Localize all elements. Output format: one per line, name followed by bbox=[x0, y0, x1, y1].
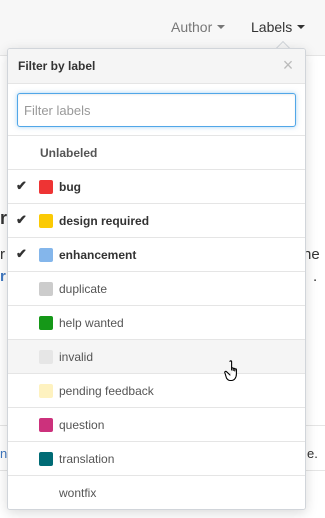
menu-title: Filter by label bbox=[18, 59, 96, 73]
menu-header: Filter by label × bbox=[8, 49, 305, 84]
label-option-bug[interactable]: ✔ bug bbox=[8, 170, 305, 204]
label-color-swatch bbox=[39, 316, 53, 330]
chevron-down-icon bbox=[297, 25, 306, 29]
filter-labels-input[interactable] bbox=[17, 93, 296, 127]
label-option-text: translation bbox=[59, 452, 115, 466]
label-option-wontfix[interactable]: wontfix bbox=[8, 476, 305, 509]
menu-filter bbox=[8, 84, 305, 136]
chevron-down-icon bbox=[217, 25, 226, 29]
label-color-swatch bbox=[39, 180, 53, 194]
checkmark-icon: ✔ bbox=[16, 178, 27, 193]
label-color-swatch bbox=[39, 248, 53, 262]
label-option-help-wanted[interactable]: help wanted bbox=[8, 306, 305, 340]
label-option-text: help wanted bbox=[59, 316, 124, 330]
label-color-swatch bbox=[39, 214, 53, 228]
label-option-text: enhancement bbox=[59, 248, 137, 262]
label-list: Unlabeled ✔ bug ✔ design required ✔ enhanceme… bbox=[8, 136, 305, 509]
label-color-swatch bbox=[39, 350, 53, 364]
checkmark-icon: ✔ bbox=[16, 212, 27, 227]
labels-filter-label: Labels bbox=[251, 19, 293, 35]
label-color-swatch bbox=[39, 486, 53, 500]
label-color-swatch bbox=[39, 452, 53, 466]
label-option-question[interactable]: question bbox=[8, 408, 305, 442]
label-option-enhancement[interactable]: ✔ enhancement bbox=[8, 238, 305, 272]
author-filter-dropdown[interactable]: Author bbox=[171, 19, 226, 35]
hand-pointer-cursor-icon bbox=[224, 360, 237, 382]
label-option-invalid[interactable]: invalid bbox=[8, 340, 305, 374]
label-option-text: invalid bbox=[59, 350, 94, 364]
label-option-text: question bbox=[59, 418, 105, 432]
checkmark-icon: ✔ bbox=[16, 246, 27, 261]
label-option-translation[interactable]: translation bbox=[8, 442, 305, 476]
background-heading-fragment: r bbox=[0, 208, 8, 228]
label-filter-menu: Filter by label × Unlabeled ✔ bug ✔ design … bbox=[7, 48, 306, 510]
labels-filter-dropdown[interactable]: Labels bbox=[251, 19, 306, 35]
label-option-pending-feedback[interactable]: pending feedback bbox=[8, 374, 305, 408]
label-color-swatch bbox=[39, 418, 53, 432]
label-color-swatch bbox=[39, 384, 53, 398]
background-link-fragment[interactable]: r bbox=[0, 268, 6, 286]
label-option-duplicate[interactable]: duplicate bbox=[8, 272, 305, 306]
label-option-text: wontfix bbox=[59, 486, 97, 500]
label-option-text: duplicate bbox=[59, 282, 108, 296]
label-option-design-required[interactable]: ✔ design required bbox=[8, 204, 305, 238]
label-option-text: Unlabeled bbox=[40, 146, 98, 160]
label-option-text: pending feedback bbox=[59, 384, 154, 398]
label-option-unlabeled[interactable]: Unlabeled bbox=[8, 136, 305, 170]
background-text-fragment: e. bbox=[307, 446, 318, 461]
label-color-swatch bbox=[39, 282, 53, 296]
label-option-text: bug bbox=[59, 180, 81, 194]
background-text-fragment: . bbox=[313, 268, 318, 285]
close-icon[interactable]: × bbox=[281, 56, 295, 74]
background-text-fragment: r bbox=[0, 246, 5, 263]
label-option-text: design required bbox=[59, 214, 150, 228]
author-filter-label: Author bbox=[171, 19, 213, 35]
